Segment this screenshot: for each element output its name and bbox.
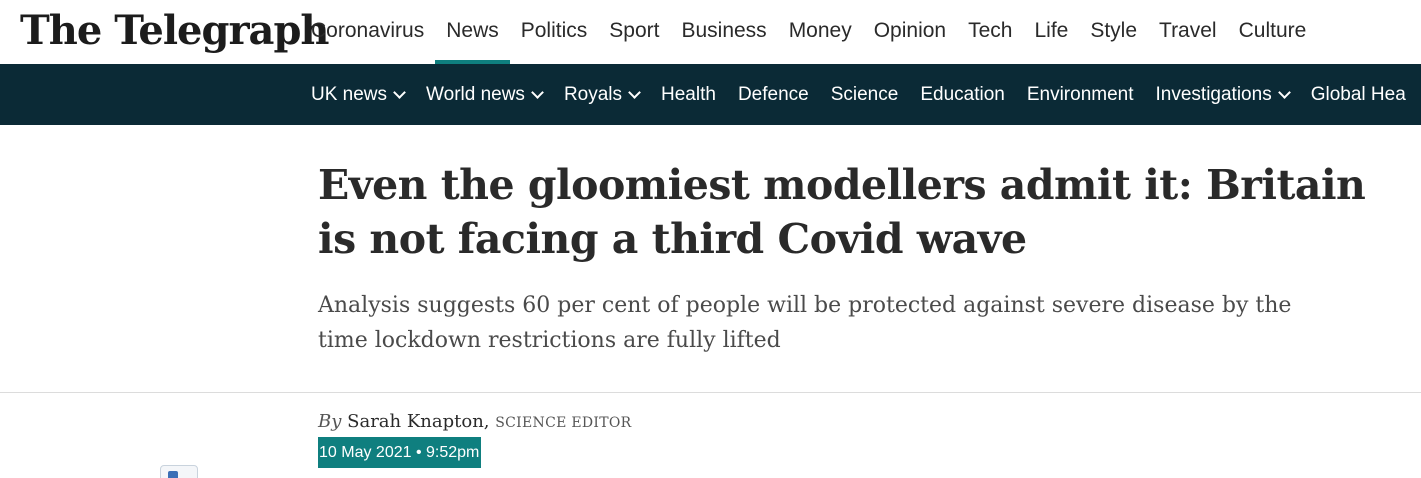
subnav-item-global-health[interactable]: Global Hea	[1300, 84, 1417, 106]
subnav-label: UK news	[311, 83, 388, 105]
share-icon-glyph	[168, 471, 178, 478]
publish-timestamp: 10 May 2021 • 9:52pm	[318, 437, 482, 468]
nav-item-life[interactable]: Life	[1023, 0, 1079, 64]
subnav-item-education[interactable]: Education	[909, 84, 1016, 106]
chevron-down-icon	[531, 85, 544, 99]
nav-item-business[interactable]: Business	[670, 0, 777, 64]
nav-item-style[interactable]: Style	[1079, 0, 1148, 64]
chevron-down-icon	[1277, 85, 1291, 99]
secondary-nav: UK news World news Royals Health Defence…	[0, 64, 1421, 125]
byline-prefix: By	[318, 411, 342, 432]
subnav-item-defence[interactable]: Defence	[727, 84, 820, 106]
subnav-label: Investigations	[1155, 83, 1272, 105]
primary-nav: Coronavirus News Politics Sport Business…	[300, 0, 1317, 64]
author-role: SCIENCE EDITOR	[495, 415, 632, 431]
subnav-item-investigations[interactable]: Investigations	[1145, 84, 1300, 106]
subnav-item-environment[interactable]: Environment	[1016, 84, 1145, 106]
nav-item-sport[interactable]: Sport	[598, 0, 670, 64]
article-standfirst: Analysis suggests 60 per cent of people …	[318, 293, 1292, 353]
nav-item-culture[interactable]: Culture	[1228, 0, 1318, 64]
chevron-down-icon	[628, 85, 641, 99]
nav-item-money[interactable]: Money	[778, 0, 863, 64]
nav-item-travel[interactable]: Travel	[1148, 0, 1228, 64]
subnav-item-science[interactable]: Science	[820, 84, 910, 106]
header-divider	[0, 392, 1421, 393]
subnav-item-royals[interactable]: Royals	[553, 84, 650, 106]
nav-item-opinion[interactable]: Opinion	[863, 0, 957, 64]
chevron-down-icon	[393, 85, 406, 99]
subnav-label: World news	[426, 83, 525, 105]
subnav-item-health[interactable]: Health	[650, 84, 727, 106]
masthead: The Telegraph Coronavirus News Politics …	[0, 0, 1421, 64]
secondary-nav-row: UK news World news Royals Health Defence…	[300, 64, 1417, 125]
author-link[interactable]: Sarah Knapton,	[347, 411, 489, 432]
subnav-item-world-news[interactable]: World news	[415, 84, 553, 106]
nav-item-coronavirus[interactable]: Coronavirus	[300, 0, 435, 64]
subnav-item-uk-news[interactable]: UK news	[300, 84, 415, 106]
subnav-label: Royals	[563, 83, 623, 105]
nav-item-news[interactable]: News	[435, 0, 510, 64]
nav-item-tech[interactable]: Tech	[957, 0, 1023, 64]
nav-item-politics[interactable]: Politics	[510, 0, 599, 64]
share-icon[interactable]	[160, 465, 198, 478]
telegraph-logo[interactable]: The Telegraph	[20, 6, 330, 56]
byline: By Sarah Knapton, SCIENCE EDITOR	[318, 411, 632, 432]
article-headline: Even the gloomiest modellers admit it: B…	[318, 161, 1366, 263]
